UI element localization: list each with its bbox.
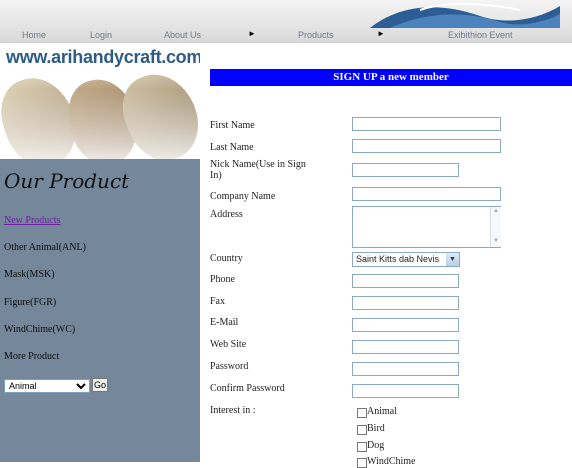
interest-label: Interest in : bbox=[210, 405, 256, 416]
signup-header: SIGN UP a new member bbox=[210, 69, 572, 86]
password-input[interactable] bbox=[352, 362, 459, 376]
interest-animal-checkbox[interactable] bbox=[357, 408, 367, 418]
sidebar-title: Our Product bbox=[4, 169, 130, 193]
nav-bar: Home Login About Us ► Products ► Exibith… bbox=[0, 28, 572, 42]
logo-banner: www.arihandycraft.com bbox=[0, 43, 200, 159]
wave-decoration bbox=[370, 2, 560, 28]
phone-label: Phone bbox=[210, 274, 235, 285]
chevron-down-icon[interactable]: ▼ bbox=[446, 253, 459, 266]
address-scrollbar[interactable]: ▲ ▼ bbox=[490, 207, 501, 247]
interest-animal-label: Animal bbox=[367, 406, 397, 417]
country-value: Saint Kitts dab Nevis bbox=[356, 254, 440, 264]
confirm-password-label: Confirm Password bbox=[210, 383, 285, 394]
password-label: Password bbox=[210, 361, 249, 372]
sidebar-item-figure[interactable]: Figure(FGR) bbox=[4, 297, 56, 308]
fax-label: Fax bbox=[210, 296, 225, 307]
category-select[interactable]: Animal bbox=[4, 379, 90, 393]
nav-login-link[interactable]: Login bbox=[90, 30, 112, 40]
nav-home-link[interactable]: Home bbox=[22, 30, 46, 40]
interest-bird-label: Bird bbox=[367, 423, 385, 434]
last-name-label: Last Name bbox=[210, 142, 254, 153]
confirm-password-input[interactable] bbox=[352, 384, 459, 398]
website-label: Web Site bbox=[210, 339, 247, 350]
sidebar-item-more-product[interactable]: More Product bbox=[4, 351, 59, 362]
country-label: Country bbox=[210, 253, 243, 264]
scroll-up-icon[interactable]: ▲ bbox=[493, 208, 499, 214]
nav-about-link[interactable]: About Us bbox=[164, 30, 201, 40]
go-button[interactable]: Go bbox=[92, 378, 108, 392]
interest-dog-checkbox[interactable] bbox=[357, 442, 367, 452]
address-label: Address bbox=[210, 209, 243, 220]
first-name-input[interactable] bbox=[352, 117, 501, 131]
scroll-down-icon[interactable]: ▼ bbox=[493, 238, 499, 244]
nav-exhibition-link[interactable]: Exibithion Event bbox=[448, 30, 513, 40]
company-name-label: Company Name bbox=[210, 191, 276, 202]
sidebar-item-windchime[interactable]: WindChime(WC) bbox=[4, 324, 75, 335]
country-select[interactable]: Saint Kitts dab Nevis ▼ bbox=[352, 252, 460, 267]
site-logo[interactable]: www.arihandycraft.com bbox=[6, 47, 200, 68]
company-name-input[interactable] bbox=[352, 187, 501, 201]
email-input[interactable] bbox=[352, 318, 459, 332]
address-textarea[interactable] bbox=[352, 206, 501, 248]
nav-products-link[interactable]: Products bbox=[298, 30, 334, 40]
sidebar-item-mask[interactable]: Mask(MSK) bbox=[4, 269, 55, 280]
nick-name-input[interactable] bbox=[352, 163, 459, 177]
website-input[interactable] bbox=[352, 340, 459, 354]
last-name-input[interactable] bbox=[352, 139, 501, 153]
email-label: E-Mail bbox=[210, 317, 239, 328]
interest-dog-label: Dog bbox=[367, 440, 385, 451]
sidebar-item-other-animal[interactable]: Other Animal(ANL) bbox=[4, 242, 86, 253]
top-navigation: Home Login About Us ► Products ► Exibith… bbox=[0, 0, 572, 43]
fax-input[interactable] bbox=[352, 296, 459, 310]
nick-name-label: Nick Name(Use in Sign In) bbox=[210, 159, 306, 181]
nav-arrow-icon: ► bbox=[377, 29, 385, 38]
nav-arrow-icon: ► bbox=[248, 29, 256, 38]
first-name-label: First Name bbox=[210, 120, 255, 131]
interest-bird-checkbox[interactable] bbox=[357, 425, 367, 435]
phone-input[interactable] bbox=[352, 274, 459, 288]
sidebar-item-new-products[interactable]: New Products bbox=[4, 215, 60, 226]
interest-windchime-checkbox[interactable] bbox=[357, 458, 367, 468]
product-sidebar: Our Product New Products Other Animal(AN… bbox=[0, 159, 200, 462]
